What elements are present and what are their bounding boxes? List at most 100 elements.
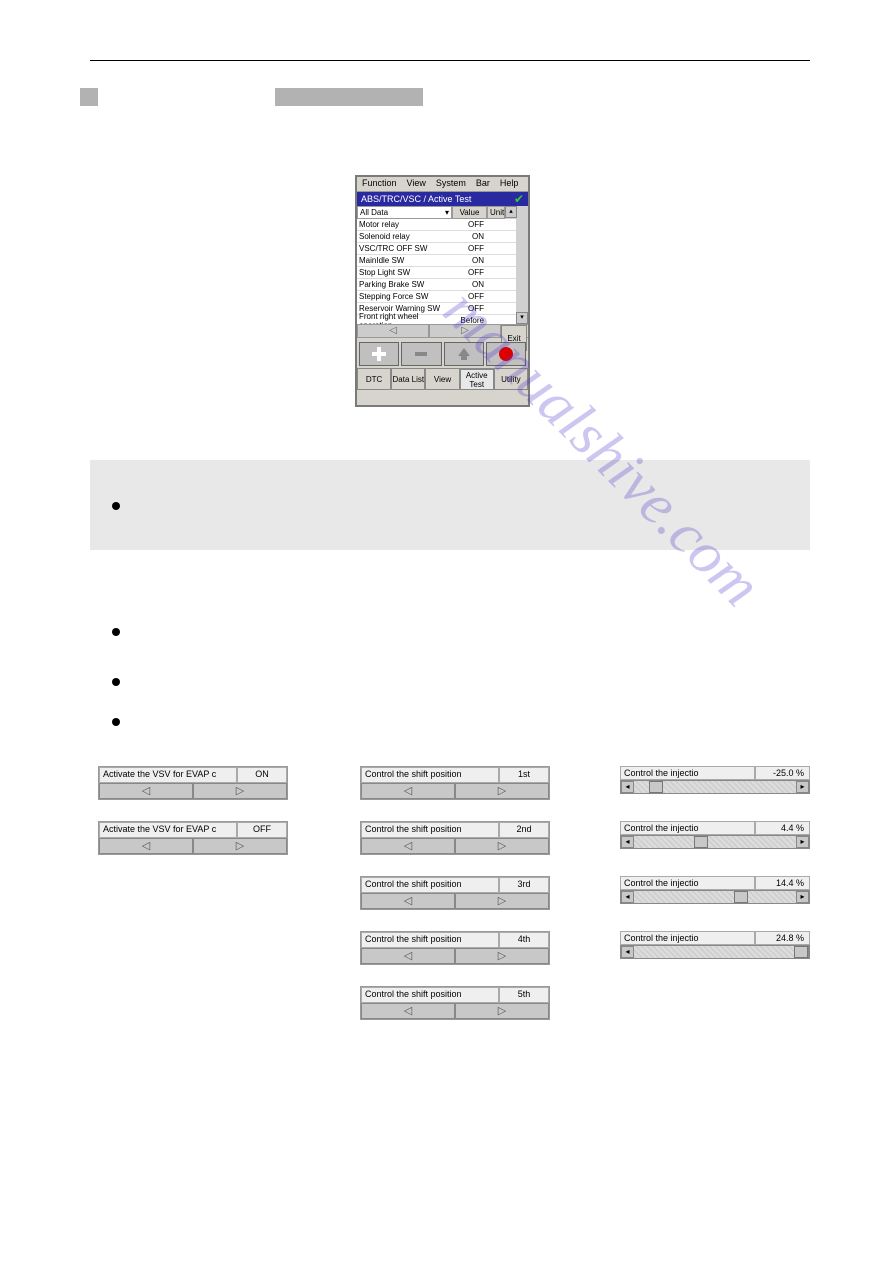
- scroll-up-button[interactable]: ▴: [505, 206, 517, 218]
- scroll-down-button[interactable]: ▾: [516, 312, 528, 324]
- shift-value: 4th: [499, 932, 549, 948]
- row-name: Solenoid relay: [357, 232, 452, 241]
- inject-value: -25.0 %: [755, 766, 810, 780]
- shift-value: 5th: [499, 987, 549, 1003]
- slider-right-button[interactable]: ▸: [796, 891, 809, 903]
- left-arrow-button[interactable]: ◁: [361, 1003, 455, 1019]
- right-arrow-button[interactable]: ▷: [193, 838, 287, 854]
- plus-button[interactable]: [359, 342, 399, 366]
- injection-slider: Control the injectio4.4 %◂▸: [620, 821, 810, 849]
- slider-left-button[interactable]: ◂: [621, 946, 634, 958]
- shift-label: Control the shift position: [361, 822, 499, 838]
- table-row[interactable]: Parking Brake SWON: [357, 279, 528, 291]
- shift-control: Control the shift position1st◁▷: [360, 766, 550, 800]
- table-row[interactable]: VSC/TRC OFF SWOFF: [357, 243, 528, 255]
- row-name: Front right wheel operation: [357, 312, 452, 325]
- row-name: Parking Brake SW: [357, 280, 452, 289]
- up-button[interactable]: [444, 342, 484, 366]
- slider-track[interactable]: ◂▸: [620, 835, 810, 849]
- next-button[interactable]: ▷: [429, 324, 501, 338]
- col-value: Value: [452, 206, 487, 219]
- note-box: [90, 460, 810, 550]
- row-name: Stepping Force SW: [357, 292, 452, 301]
- table-row[interactable]: MainIdle SWON: [357, 255, 528, 267]
- slider-left-button[interactable]: ◂: [621, 891, 634, 903]
- scrollbar-track[interactable]: ▾: [516, 219, 528, 324]
- slider-thumb[interactable]: [694, 836, 708, 848]
- injection-slider: Control the injectio14.4 %◂▸: [620, 876, 810, 904]
- row-name: Motor relay: [357, 220, 452, 229]
- vsv-label: Activate the VSV for EVAP c: [99, 767, 237, 783]
- slider-thumb[interactable]: [649, 781, 663, 793]
- table-row[interactable]: Front right wheel operationBefore: [357, 315, 528, 324]
- right-arrow-button[interactable]: ▷: [455, 783, 549, 799]
- data-select-dropdown[interactable]: All Data▾: [357, 206, 452, 219]
- slider-left-button[interactable]: ◂: [621, 836, 634, 848]
- prev-button[interactable]: ◁: [357, 324, 429, 338]
- menu-bar-item[interactable]: Bar: [471, 177, 495, 191]
- left-arrow-button[interactable]: ◁: [361, 838, 455, 854]
- tab-data-list[interactable]: Data List: [391, 368, 425, 390]
- table-row[interactable]: Stop Light SWOFF: [357, 267, 528, 279]
- right-arrow-button[interactable]: ▷: [193, 783, 287, 799]
- minus-icon: [413, 346, 429, 362]
- vsv-label: Activate the VSV for EVAP c: [99, 822, 237, 838]
- left-arrow-button[interactable]: ◁: [99, 783, 193, 799]
- slider-track[interactable]: ◂▸: [620, 890, 810, 904]
- right-arrow-button[interactable]: ▷: [455, 948, 549, 964]
- record-button[interactable]: [486, 342, 526, 366]
- tab-view[interactable]: View: [425, 368, 459, 390]
- section-title-box: [275, 88, 423, 106]
- menu-help[interactable]: Help: [495, 177, 524, 191]
- row-value: ON: [452, 280, 487, 289]
- slider-right-button[interactable]: ▸: [796, 836, 809, 848]
- shift-value: 3rd: [499, 877, 549, 893]
- tab-active-test[interactable]: Active Test: [460, 368, 494, 390]
- menu-function[interactable]: Function: [357, 177, 402, 191]
- left-arrow-button[interactable]: ◁: [361, 948, 455, 964]
- inject-value: 24.8 %: [755, 931, 810, 945]
- row-value: OFF: [452, 304, 487, 313]
- table-row[interactable]: Solenoid relayON: [357, 231, 528, 243]
- shift-label: Control the shift position: [361, 877, 499, 893]
- tab-dtc[interactable]: DTC: [357, 368, 391, 390]
- tab-utility[interactable]: Utility: [494, 368, 528, 390]
- slider-thumb[interactable]: [734, 891, 748, 903]
- shift-control: Control the shift position5th ◁▷: [360, 986, 550, 1020]
- inject-label: Control the injectio: [620, 766, 755, 780]
- table-row[interactable]: Stepping Force SWOFF: [357, 291, 528, 303]
- right-arrow-button[interactable]: ▷: [455, 893, 549, 909]
- minus-button[interactable]: [401, 342, 441, 366]
- active-test-window: Function View System Bar Help ABS/TRC/VS…: [355, 175, 530, 407]
- panel-title-text: ABS/TRC/VSC / Active Test: [361, 194, 471, 204]
- shift-label: Control the shift position: [361, 932, 499, 948]
- bullet-icon: [112, 502, 120, 510]
- header-rule: [90, 60, 810, 61]
- shift-control: Control the shift position4th ◁▷: [360, 931, 550, 965]
- slider-left-button[interactable]: ◂: [621, 781, 634, 793]
- menu-system[interactable]: System: [431, 177, 471, 191]
- slider-track[interactable]: ◂▸: [620, 780, 810, 794]
- left-arrow-button[interactable]: ◁: [361, 783, 455, 799]
- shift-label: Control the shift position: [361, 987, 499, 1003]
- slider-thumb[interactable]: [794, 946, 808, 958]
- shift-control: Control the shift position3rd ◁▷: [360, 876, 550, 910]
- table-row[interactable]: Motor relayOFF: [357, 219, 528, 231]
- right-arrow-button[interactable]: ▷: [455, 1003, 549, 1019]
- slider-right-button[interactable]: ▸: [796, 781, 809, 793]
- left-arrow-button[interactable]: ◁: [361, 893, 455, 909]
- row-name: VSC/TRC OFF SW: [357, 244, 452, 253]
- right-arrow-button[interactable]: ▷: [455, 838, 549, 854]
- row-value: ON: [452, 232, 487, 241]
- slider-track[interactable]: ◂▸: [620, 945, 810, 959]
- panel-title-bar: ABS/TRC/VSC / Active Test ✔: [357, 192, 528, 206]
- injection-slider: Control the injectio24.8 %◂▸: [620, 931, 810, 959]
- inject-value: 14.4 %: [755, 876, 810, 890]
- vsv-control-on: Activate the VSV for EVAP c ON ◁ ▷: [98, 766, 288, 800]
- left-arrow-button[interactable]: ◁: [99, 838, 193, 854]
- menu-view[interactable]: View: [402, 177, 431, 191]
- shift-control: Control the shift position2nd◁▷: [360, 821, 550, 855]
- injection-slider: Control the injectio-25.0 %◂▸: [620, 766, 810, 794]
- vsv-value-off: OFF: [237, 822, 287, 838]
- dropdown-label: All Data: [360, 208, 388, 217]
